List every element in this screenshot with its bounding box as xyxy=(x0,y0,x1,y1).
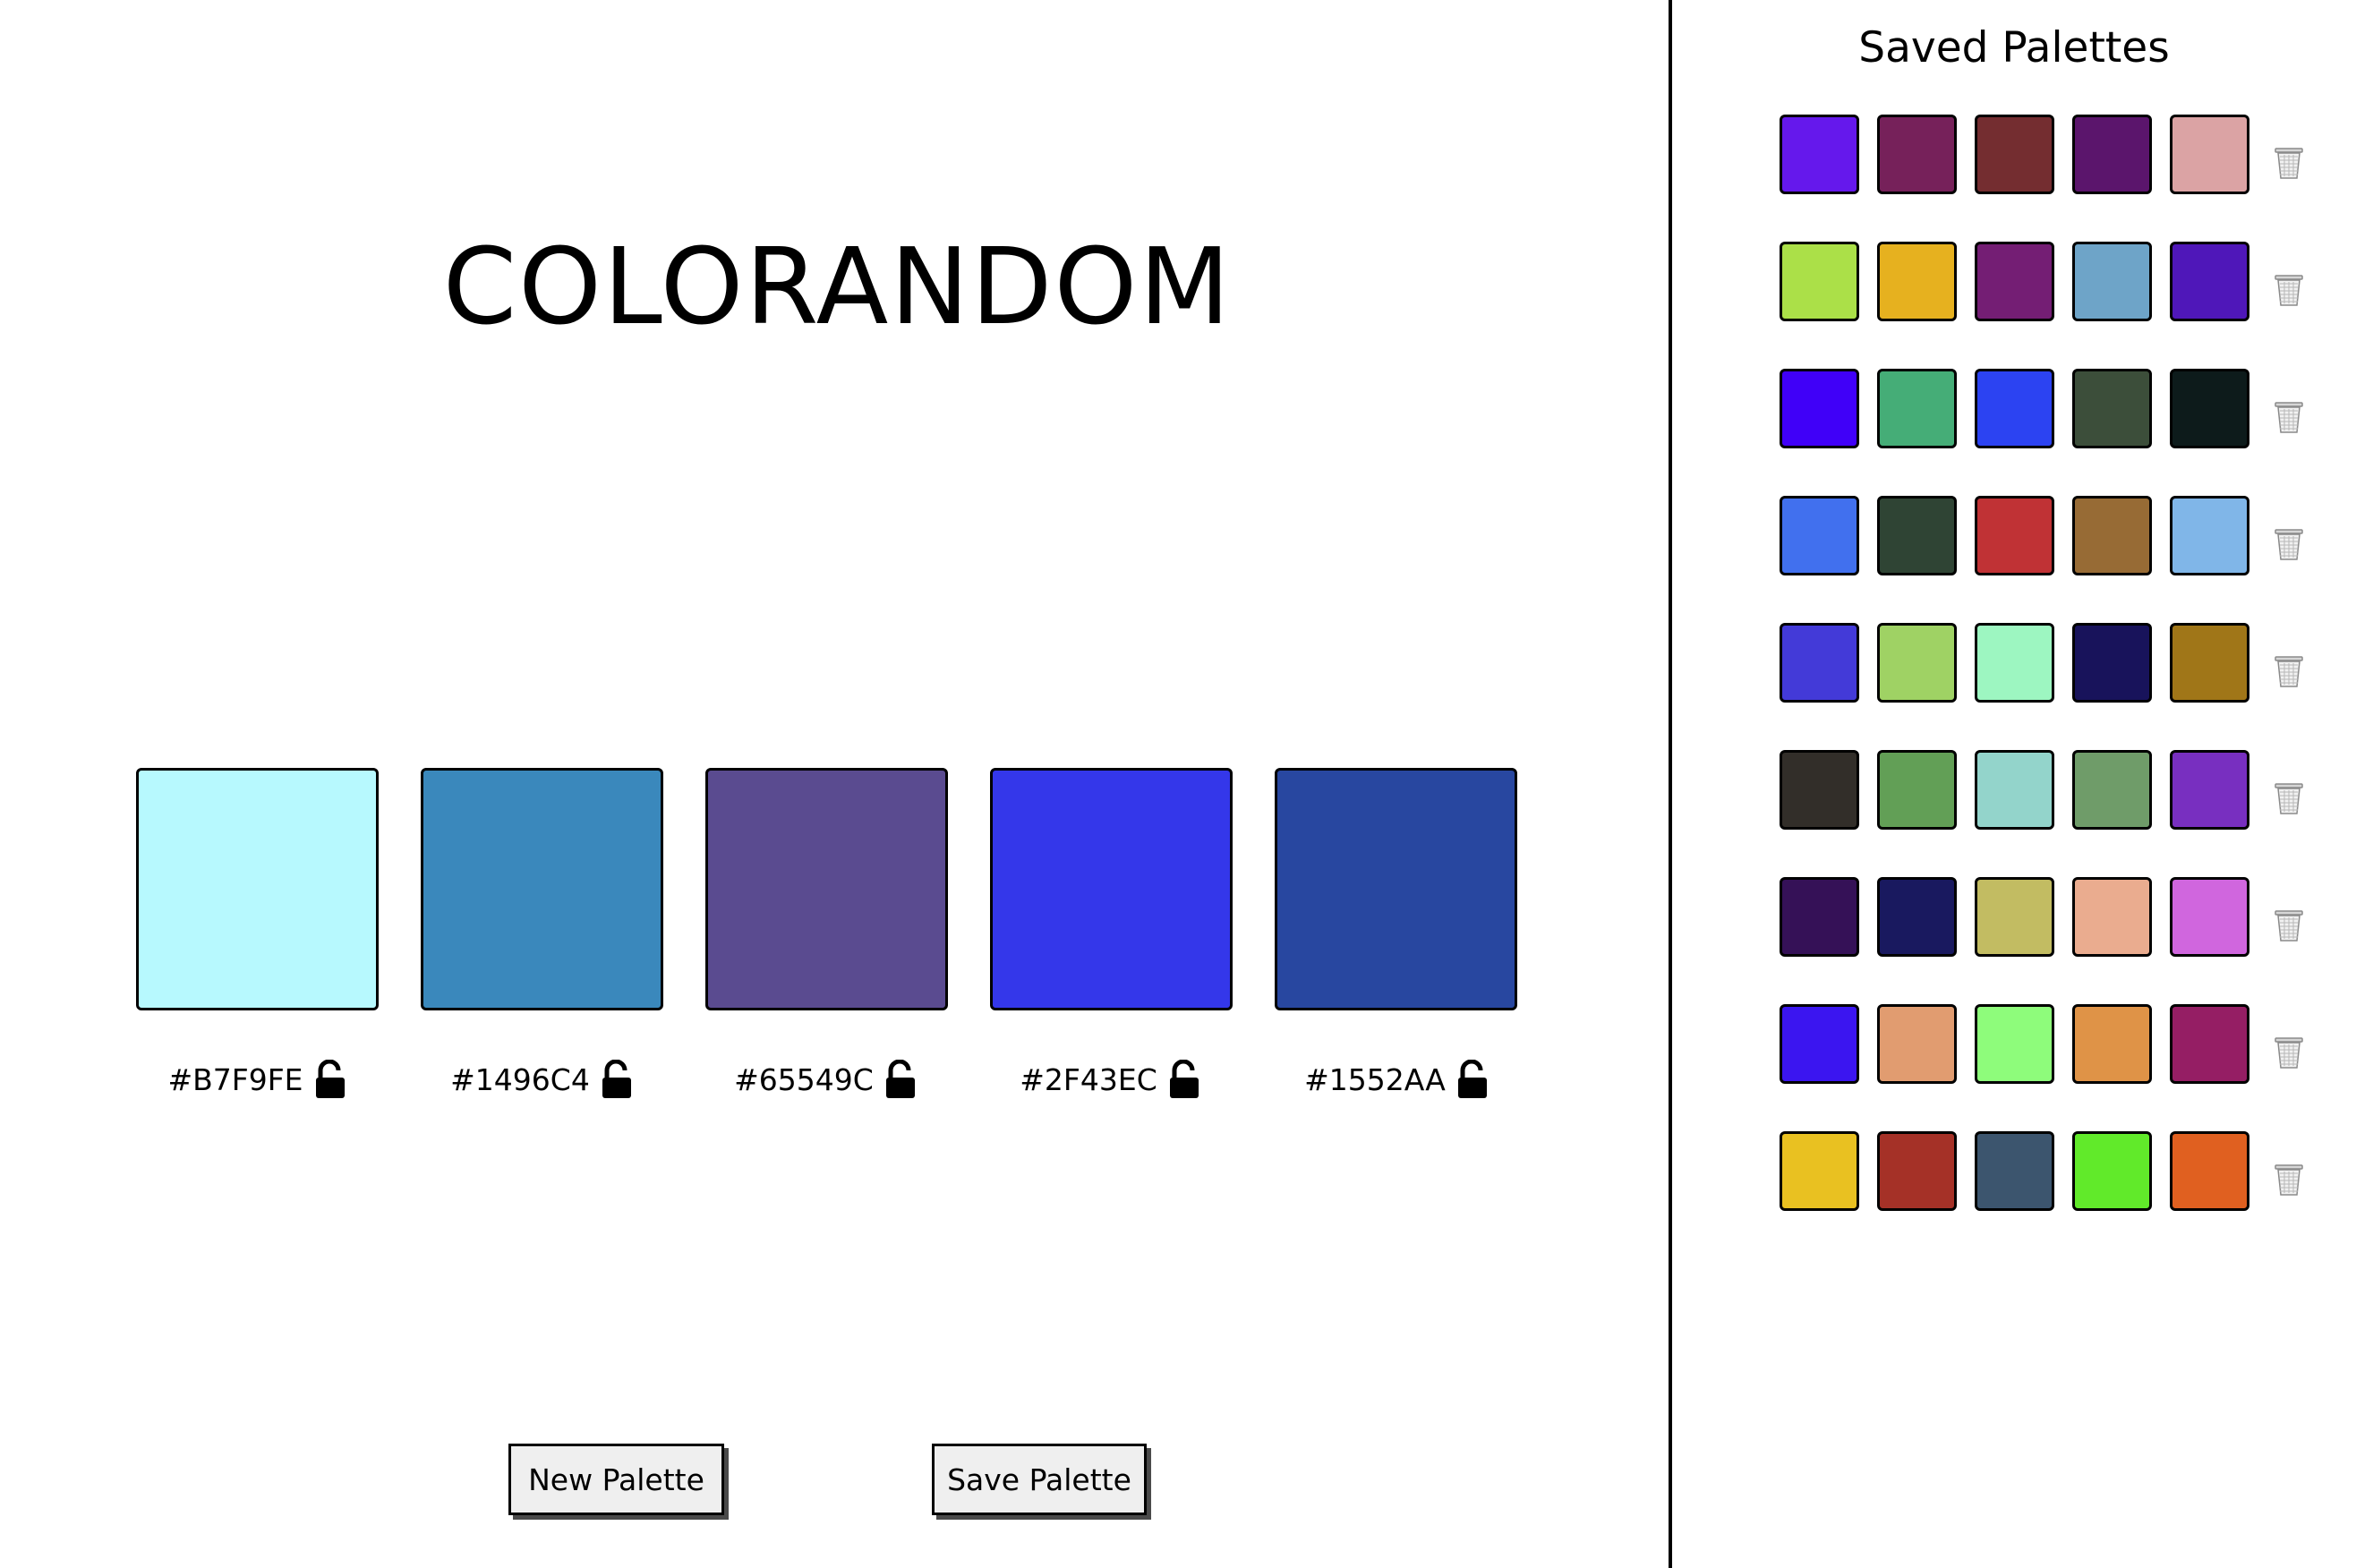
saved-swatch[interactable] xyxy=(1877,369,1957,448)
saved-swatch[interactable] xyxy=(2072,623,2152,703)
saved-palettes-title: Saved Palettes xyxy=(1858,23,2170,72)
saved-swatch[interactable] xyxy=(1975,877,2054,957)
saved-swatch[interactable] xyxy=(1975,242,2054,321)
trash-can-icon[interactable] xyxy=(2274,525,2304,561)
saved-swatch[interactable] xyxy=(2170,1131,2249,1211)
color-swatch[interactable] xyxy=(990,768,1233,1010)
saved-swatch[interactable] xyxy=(2170,1004,2249,1084)
saved-swatch[interactable] xyxy=(1780,369,1859,448)
saved-swatch[interactable] xyxy=(2170,496,2249,575)
unlocked-padlock-icon[interactable] xyxy=(884,1059,917,1099)
unlocked-padlock-icon[interactable] xyxy=(314,1059,346,1099)
saved-swatch[interactable] xyxy=(2170,877,2249,957)
saved-swatch[interactable] xyxy=(2072,115,2152,194)
saved-swatch[interactable] xyxy=(1780,623,1859,703)
saved-swatch[interactable] xyxy=(1780,1131,1859,1211)
saved-swatch[interactable] xyxy=(2072,369,2152,448)
color-swatch[interactable] xyxy=(136,768,379,1010)
saved-swatch[interactable] xyxy=(1780,242,1859,321)
trash-can-icon[interactable] xyxy=(2274,144,2304,180)
hex-code-label: #B7F9FE xyxy=(167,1061,303,1097)
app-title: COLORANDOM xyxy=(442,225,1233,348)
hex-code-row: #B7F9FE xyxy=(132,1056,382,1103)
saved-swatch[interactable] xyxy=(1877,750,1957,830)
saved-swatch[interactable] xyxy=(2170,750,2249,830)
trash-can-icon[interactable] xyxy=(2274,1034,2304,1069)
hex-code-label: #1552AA xyxy=(1304,1061,1446,1097)
trash-can-icon[interactable] xyxy=(2274,780,2304,815)
saved-swatch[interactable] xyxy=(1975,1004,2054,1084)
saved-swatch[interactable] xyxy=(1975,369,2054,448)
hex-code-row: #65549C xyxy=(700,1056,951,1103)
saved-swatch[interactable] xyxy=(1780,496,1859,575)
hex-code-label: #1496C4 xyxy=(450,1061,590,1097)
trash-can-icon[interactable] xyxy=(2274,398,2304,434)
saved-swatch[interactable] xyxy=(1877,242,1957,321)
hex-code-row: #1496C4 xyxy=(416,1056,667,1103)
saved-swatch[interactable] xyxy=(1975,750,2054,830)
saved-swatch[interactable] xyxy=(2170,242,2249,321)
saved-palettes-sidebar: Saved Palettes xyxy=(1672,0,2356,1568)
unlocked-padlock-icon[interactable] xyxy=(1456,1059,1489,1099)
saved-swatch[interactable] xyxy=(2170,623,2249,703)
trash-can-icon[interactable] xyxy=(2274,271,2304,307)
saved-swatch[interactable] xyxy=(2170,369,2249,448)
trash-can-icon[interactable] xyxy=(2274,907,2304,942)
saved-swatch[interactable] xyxy=(2170,115,2249,194)
hex-code-label: #2F43EC xyxy=(1020,1061,1157,1097)
saved-swatch[interactable] xyxy=(1975,115,2054,194)
hex-code-label: #65549C xyxy=(734,1061,874,1097)
saved-swatch[interactable] xyxy=(1975,496,2054,575)
color-swatch[interactable] xyxy=(421,768,663,1010)
saved-swatch[interactable] xyxy=(1780,115,1859,194)
saved-swatch[interactable] xyxy=(2072,1004,2152,1084)
saved-swatch[interactable] xyxy=(1877,877,1957,957)
save-palette-button[interactable]: Save Palette xyxy=(932,1444,1147,1515)
saved-swatch[interactable] xyxy=(1877,1131,1957,1211)
saved-swatch[interactable] xyxy=(1975,623,2054,703)
color-swatch[interactable] xyxy=(1275,768,1517,1010)
saved-swatch[interactable] xyxy=(2072,496,2152,575)
saved-swatch[interactable] xyxy=(2072,877,2152,957)
trash-can-icon[interactable] xyxy=(2274,652,2304,688)
saved-swatch[interactable] xyxy=(2072,1131,2152,1211)
unlocked-padlock-icon[interactable] xyxy=(601,1059,633,1099)
color-swatch[interactable] xyxy=(705,768,948,1010)
saved-swatch[interactable] xyxy=(2072,750,2152,830)
hex-code-row: #2F43EC xyxy=(985,1056,1235,1103)
saved-swatch[interactable] xyxy=(1975,1131,2054,1211)
new-palette-button[interactable]: New Palette xyxy=(508,1444,724,1515)
hex-code-row: #1552AA xyxy=(1271,1056,1522,1103)
saved-swatch[interactable] xyxy=(1780,750,1859,830)
main-panel: COLORANDOM #B7F9FE #1496C4 #65549C #2F43EC #… xyxy=(0,0,1675,1568)
saved-swatch[interactable] xyxy=(1877,115,1957,194)
saved-swatch[interactable] xyxy=(1877,496,1957,575)
unlocked-padlock-icon[interactable] xyxy=(1168,1059,1200,1099)
saved-swatch[interactable] xyxy=(2072,242,2152,321)
saved-swatch[interactable] xyxy=(1877,623,1957,703)
trash-can-icon[interactable] xyxy=(2274,1161,2304,1197)
saved-swatch[interactable] xyxy=(1877,1004,1957,1084)
saved-swatch[interactable] xyxy=(1780,1004,1859,1084)
app-root: COLORANDOM #B7F9FE #1496C4 #65549C #2F43EC #… xyxy=(0,0,2356,1568)
saved-swatch[interactable] xyxy=(1780,877,1859,957)
